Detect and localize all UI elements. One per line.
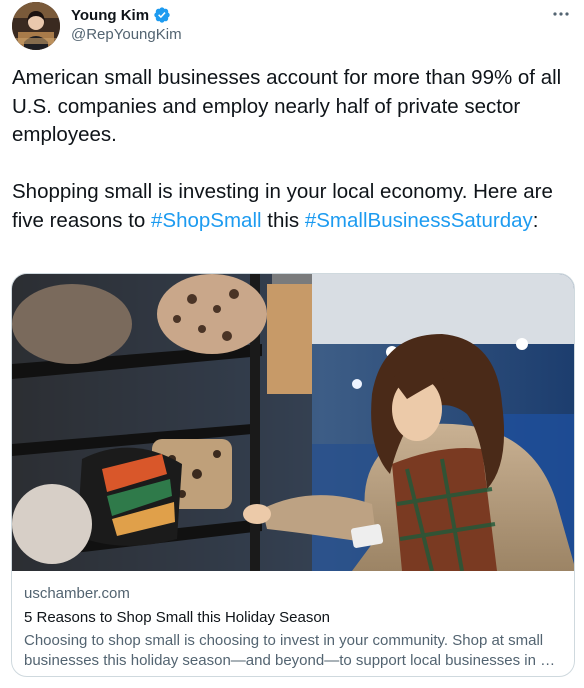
- link-title[interactable]: 5 Reasons to Shop Small this Holiday Sea…: [24, 608, 564, 628]
- link-preview-image[interactable]: [12, 274, 575, 571]
- tweet-text-connector: this: [261, 208, 305, 232]
- author-handle[interactable]: @RepYoungKim: [71, 26, 182, 43]
- tweet-text: American small businesses account for mo…: [12, 64, 580, 235]
- more-options-button[interactable]: [550, 3, 572, 25]
- hashtag-smallbusinesssaturday-link[interactable]: #SmallBusinessSaturday: [305, 209, 533, 232]
- verified-badge-icon: [154, 7, 170, 23]
- tweet-text-paragraph-1: American small businesses account for mo…: [12, 66, 567, 146]
- link-preview-card[interactable]: uschamber.com 5 Reasons to Shop Small th…: [11, 273, 575, 677]
- ellipsis-icon: [553, 12, 569, 16]
- hashtag-shopsmall-link[interactable]: #ShopSmall: [151, 209, 262, 232]
- tweet-text-colon: :: [532, 208, 539, 232]
- avatar[interactable]: [12, 2, 60, 50]
- link-domain: uschamber.com: [24, 585, 130, 602]
- author-name[interactable]: Young Kim: [71, 7, 149, 24]
- link-description: Choosing to shop small is choosing to in…: [24, 632, 556, 669]
